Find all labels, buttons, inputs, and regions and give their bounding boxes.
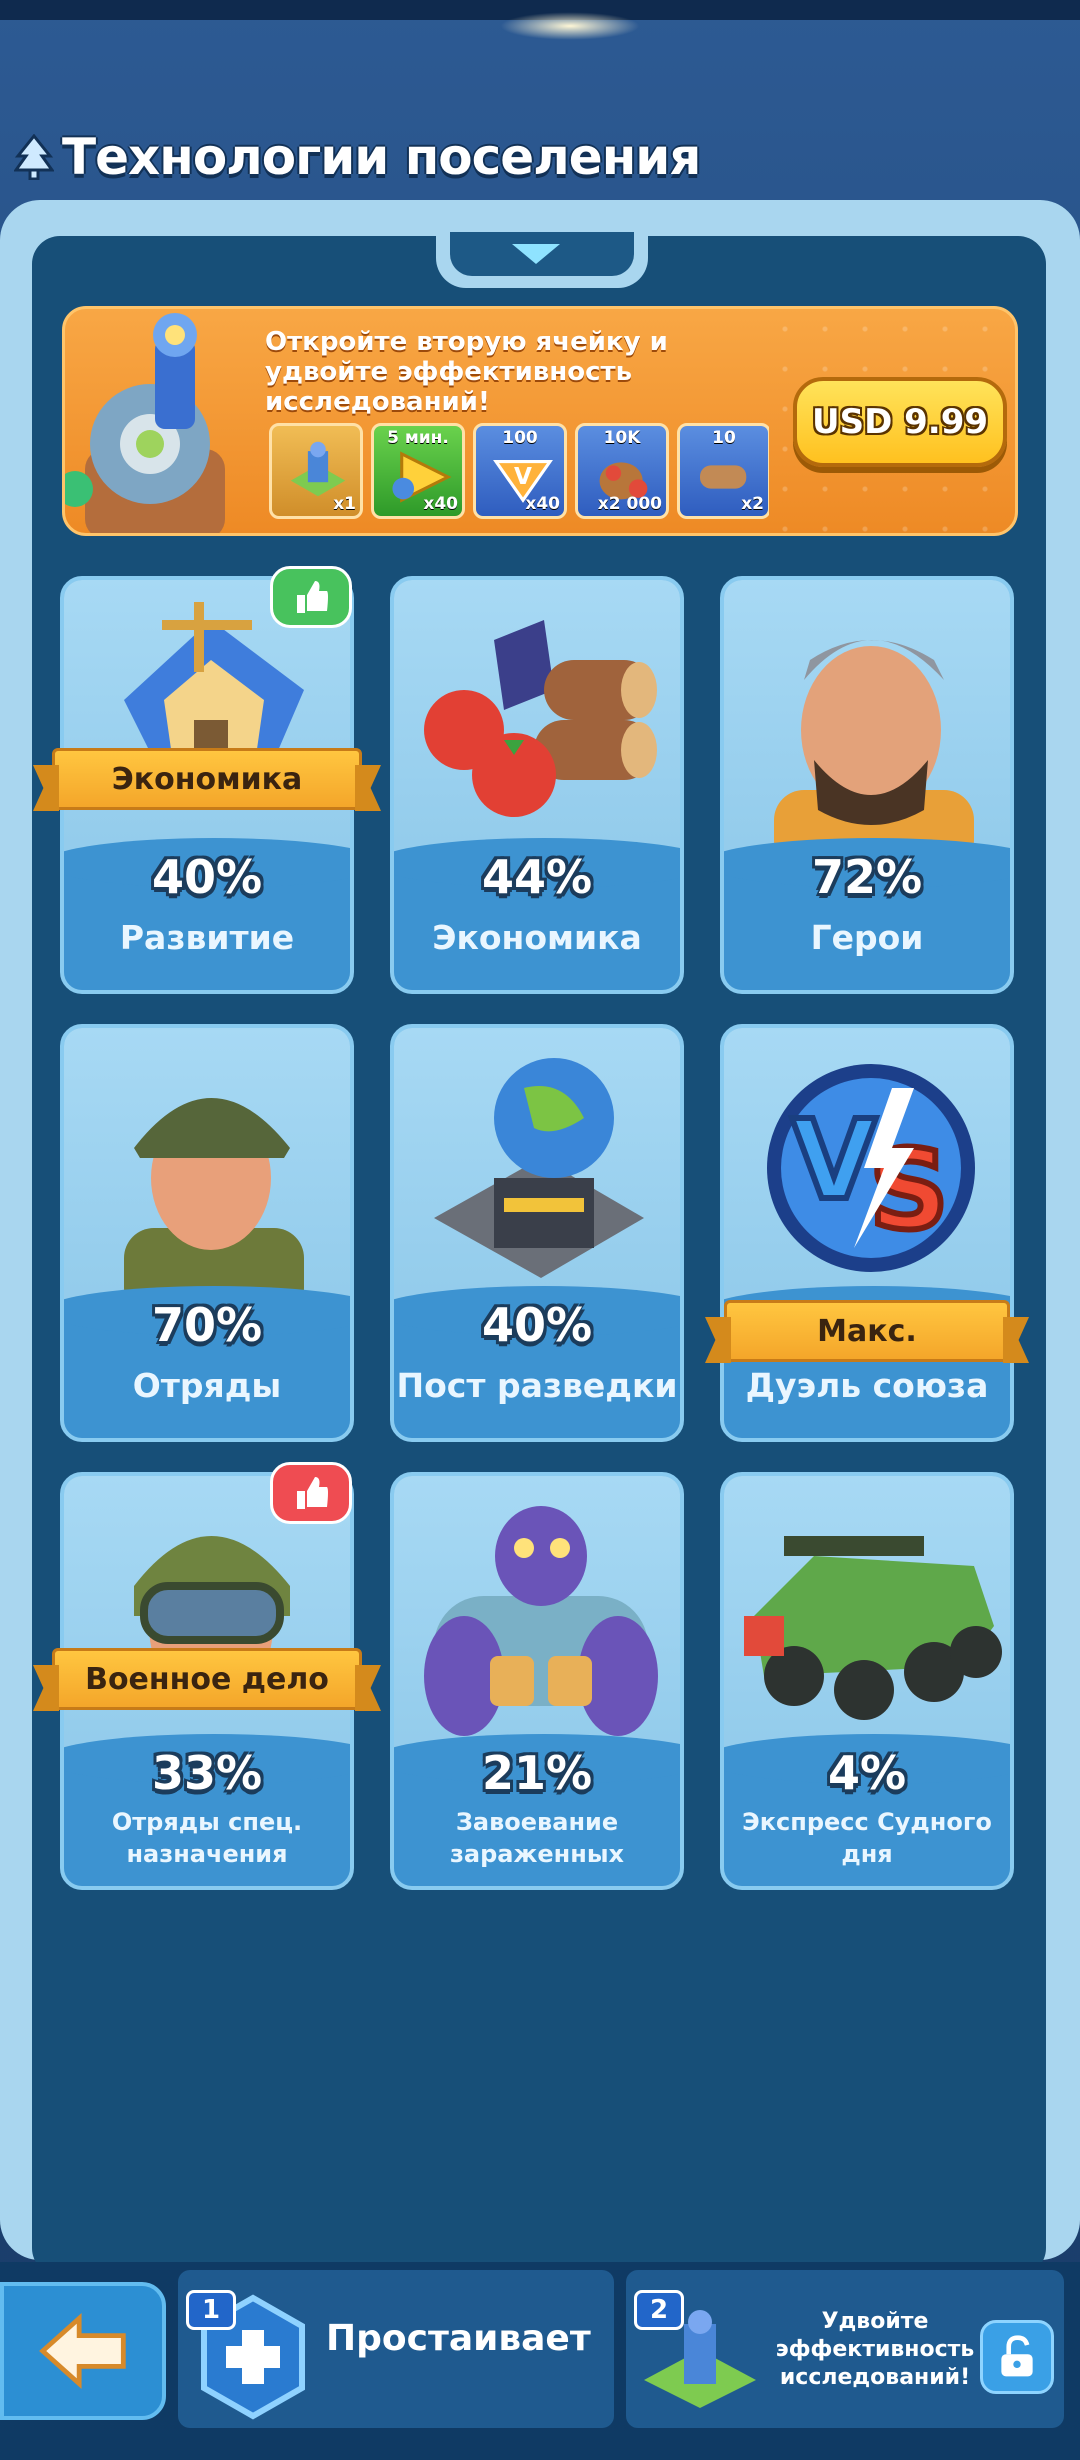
reward-item[interactable]: 10K x2 000 bbox=[575, 423, 669, 519]
soldier-icon bbox=[124, 1098, 304, 1318]
unlock-icon[interactable] bbox=[980, 2320, 1054, 2394]
reward-label: 10 bbox=[712, 428, 736, 448]
page-title-text: Технологии поселения bbox=[62, 128, 701, 186]
tech-name: Завоевание зараженных bbox=[449, 1808, 625, 1868]
svg-text:V: V bbox=[791, 1096, 876, 1224]
back-button[interactable] bbox=[0, 2282, 166, 2420]
collapse-tab[interactable] bbox=[436, 232, 648, 288]
svg-text:V: V bbox=[514, 464, 532, 490]
research-slot-2[interactable]: 2 Удвойте эффективность исследований! bbox=[626, 2270, 1064, 2428]
tech-name: Экспресс Судного дня bbox=[742, 1808, 992, 1868]
reward-item[interactable]: 100 V x40 bbox=[473, 423, 567, 519]
tech-card-infected-conquest[interactable]: 21% Завоевание зараженных bbox=[390, 1472, 684, 1890]
reward-label: 5 мин. bbox=[387, 428, 449, 448]
reward-label: 10K bbox=[603, 428, 641, 448]
resources-icon bbox=[424, 620, 657, 817]
progress-percent: 40% bbox=[151, 850, 263, 904]
max-ribbon: Макс. bbox=[724, 1300, 1010, 1362]
tech-name: Пост разведки bbox=[396, 1366, 678, 1405]
armored-truck-icon bbox=[744, 1536, 1002, 1720]
slot-promo-text: Удвойте эффективность исследований! bbox=[775, 2309, 975, 2390]
progress-percent: 21% bbox=[481, 1746, 593, 1800]
reward-qty: x2 bbox=[741, 494, 764, 514]
tech-card-doomsday-express[interactable]: 4% Экспресс Судного дня bbox=[720, 1472, 1014, 1890]
tech-card-troops[interactable]: 70% Отряды bbox=[60, 1024, 354, 1442]
progress-percent: 72% bbox=[811, 850, 923, 904]
reward-qty: x2 000 bbox=[597, 494, 662, 514]
reward-qty: x40 bbox=[423, 494, 458, 514]
slot-status: Простаивает bbox=[326, 2318, 591, 2359]
chevron-down-icon bbox=[512, 244, 560, 264]
tech-name: Развитие bbox=[119, 918, 295, 957]
progress-percent: 44% bbox=[481, 850, 593, 904]
reward-item[interactable]: 10 x2 bbox=[677, 423, 769, 519]
offer-text: Откройте вторую ячейку и удвойте эффекти… bbox=[265, 327, 668, 417]
progress-percent: 33% bbox=[151, 1746, 263, 1800]
tech-card-economy[interactable]: 44% Экономика bbox=[390, 576, 684, 994]
reward-item[interactable]: x1 bbox=[269, 423, 363, 519]
tech-card-alliance-duel[interactable]: V S Дуэль союза bbox=[720, 1024, 1014, 1442]
category-ribbon: Экономика bbox=[52, 748, 362, 810]
versus-icon: V S bbox=[767, 1064, 975, 1272]
progress-percent: 4% bbox=[827, 1746, 907, 1800]
research-lab-icon bbox=[65, 313, 225, 533]
reward-qty: x40 bbox=[525, 494, 560, 514]
page-title: Технологии поселения bbox=[13, 122, 701, 192]
reward-qty: x1 bbox=[333, 494, 356, 514]
recommended-badge bbox=[270, 1462, 352, 1524]
tech-name: Отряды bbox=[132, 1366, 282, 1405]
progress-percent: 40% bbox=[481, 1298, 593, 1352]
tech-card-heroes[interactable]: 72% Герои bbox=[720, 576, 1014, 994]
slot-number: 2 bbox=[634, 2290, 684, 2330]
slot-number: 1 bbox=[186, 2290, 236, 2330]
research-slot-1[interactable]: 1 Простаивает bbox=[178, 2270, 614, 2428]
reward-label: 100 bbox=[502, 428, 538, 448]
tech-name: Отряды спец. назначения bbox=[111, 1808, 303, 1868]
light-glow bbox=[500, 12, 640, 40]
tree-icon bbox=[13, 133, 55, 181]
category-ribbon: Военное дело bbox=[52, 1648, 362, 1710]
reward-item[interactable]: 5 мин. x40 bbox=[371, 423, 465, 519]
progress-percent: 70% bbox=[151, 1298, 263, 1352]
offer-banner[interactable]: Откройте вторую ячейку и удвойте эффекти… bbox=[62, 306, 1018, 536]
tech-name: Экономика bbox=[432, 918, 642, 957]
tech-name: Дуэль союза bbox=[745, 1366, 989, 1405]
thumbs-up-icon bbox=[297, 581, 328, 613]
hero-portrait-icon bbox=[774, 640, 974, 870]
reward-items: x1 5 мин. x40 100 V x40 10K x2 000 10 x2 bbox=[269, 423, 769, 519]
recommended-badge bbox=[270, 566, 352, 628]
tech-card-intel-post[interactable]: 40% Пост разведки bbox=[390, 1024, 684, 1442]
zombie-icon bbox=[424, 1506, 658, 1736]
tech-name: Герои bbox=[810, 918, 924, 957]
thumbs-up-icon bbox=[297, 1477, 328, 1509]
arrow-left-icon bbox=[39, 2312, 126, 2390]
buy-button[interactable]: USD 9.99 bbox=[793, 377, 1007, 467]
globe-building-icon bbox=[434, 1058, 644, 1278]
